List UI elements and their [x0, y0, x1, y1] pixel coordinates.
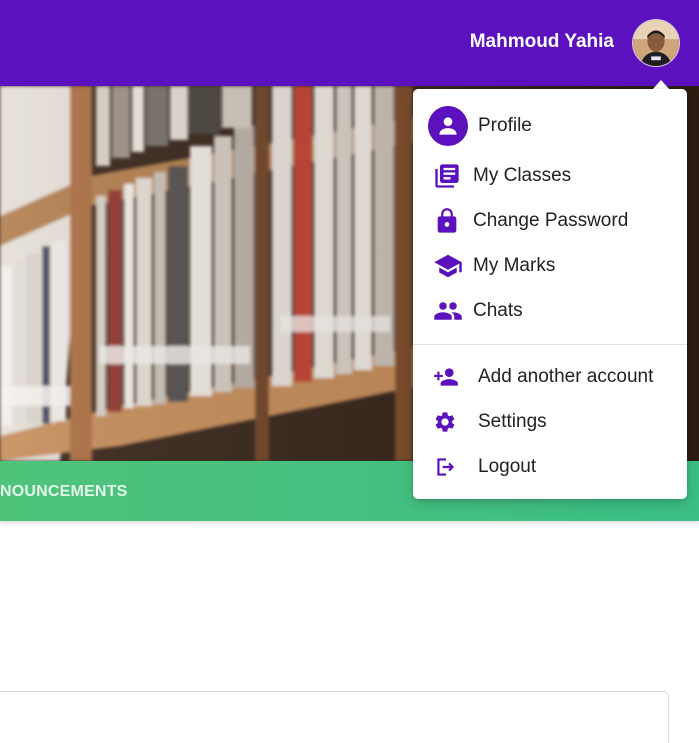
logout-icon	[433, 454, 459, 480]
menu-item-label: Settings	[478, 411, 547, 432]
menu-divider	[413, 344, 687, 345]
library-books-icon	[433, 162, 461, 190]
menu-item-logout[interactable]: Logout	[413, 445, 687, 489]
content-card	[0, 691, 669, 743]
menu-item-label: Change Password	[473, 210, 629, 231]
menu-item-label: My Classes	[473, 165, 572, 186]
app-bar: Mahmoud Yahia	[0, 0, 699, 86]
menu-item-label: Logout	[478, 456, 537, 477]
user-name[interactable]: Mahmoud Yahia	[470, 31, 614, 53]
menu-item-label: Add another account	[478, 366, 654, 387]
person-add-icon	[433, 364, 459, 390]
menu-item-my-marks[interactable]: My Marks	[413, 244, 687, 288]
menu-item-label: Profile	[478, 115, 532, 136]
menu-item-label: My Marks	[473, 255, 556, 276]
menu-item-my-classes[interactable]: My Classes	[413, 154, 687, 198]
menu-item-profile[interactable]: Profile	[413, 104, 687, 148]
menu-item-settings[interactable]: Settings	[413, 400, 687, 444]
avatar[interactable]	[632, 19, 680, 67]
account-circle-icon	[428, 106, 468, 146]
lock-icon	[433, 207, 461, 235]
menu-item-change-password[interactable]: Change Password	[413, 199, 687, 243]
menu-item-label: Chats	[473, 300, 523, 321]
school-icon	[433, 251, 463, 281]
menu-item-chats[interactable]: Chats	[413, 289, 687, 333]
user-dropdown-menu: Profile My Classes Change Password My Ma…	[413, 89, 687, 499]
announcements-tab[interactable]: NOUNCEMENTS	[0, 483, 128, 501]
gear-icon	[433, 410, 457, 434]
menu-item-add-account[interactable]: Add another account	[413, 355, 687, 399]
people-icon	[433, 296, 463, 326]
